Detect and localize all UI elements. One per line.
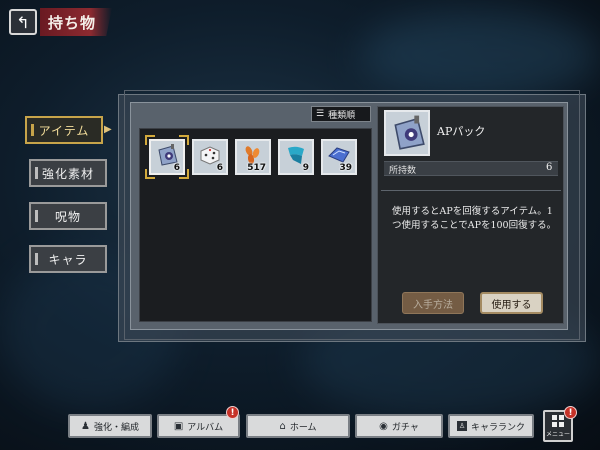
gacha-icon: ◉ bbox=[379, 420, 388, 432]
divider bbox=[381, 190, 561, 191]
party-icon: ♟ bbox=[81, 420, 90, 432]
tab-label: 呪物 bbox=[54, 209, 81, 224]
nav-home[interactable]: ⌂ ホーム bbox=[246, 414, 350, 438]
nav-label: キャラランク bbox=[470, 422, 525, 433]
item-slot-dice[interactable]: 6 bbox=[192, 139, 228, 175]
item-slot-ap-pack[interactable]: 6 bbox=[149, 139, 185, 175]
nav-label: 強化・編成 bbox=[93, 422, 139, 433]
menu-label: メニュー bbox=[545, 430, 570, 438]
back-arrow-icon: ↰ bbox=[16, 12, 30, 32]
active-tab-arrow-icon: ▶ bbox=[104, 124, 112, 135]
item-slot-fabric[interactable]: 39 bbox=[321, 139, 357, 175]
item-count: 517 bbox=[247, 163, 266, 173]
tab-cursed-items[interactable]: 呪物 bbox=[29, 202, 107, 230]
item-count: 39 bbox=[339, 163, 352, 173]
home-icon: ⌂ bbox=[279, 420, 286, 432]
item-name: APパック bbox=[437, 125, 486, 138]
nav-label: ガチャ bbox=[391, 422, 419, 433]
item-count: 9 bbox=[302, 163, 309, 173]
tab-tick bbox=[35, 253, 38, 265]
tab-materials[interactable]: 強化素材 bbox=[29, 159, 107, 187]
tab-label: 強化素材 bbox=[41, 166, 94, 181]
tab-items[interactable]: アイテム bbox=[25, 116, 103, 144]
sort-label: 種類順 bbox=[328, 110, 356, 121]
page-title: 持ち物 bbox=[40, 8, 112, 36]
tab-tick bbox=[35, 210, 38, 222]
quantity-value: 6 bbox=[546, 162, 553, 173]
nav-char-rank[interactable]: ♙ キャラランク bbox=[448, 414, 534, 438]
tab-label: キャラ bbox=[48, 252, 88, 267]
back-button[interactable]: ↰ bbox=[9, 9, 37, 35]
sort-icon: ☰ bbox=[316, 109, 325, 119]
tab-label: アイテム bbox=[38, 123, 90, 138]
menu-grid-icon bbox=[552, 414, 564, 427]
album-icon: ▣ bbox=[173, 420, 184, 432]
nebula-glow bbox=[360, 10, 600, 100]
tab-tick bbox=[35, 167, 38, 179]
notification-badge: ! bbox=[226, 406, 239, 419]
tab-characters[interactable]: キャラ bbox=[29, 245, 107, 273]
item-count: 6 bbox=[216, 163, 223, 173]
item-slot-leaves[interactable]: 517 bbox=[235, 139, 271, 175]
nav-gacha[interactable]: ◉ ガチャ bbox=[355, 414, 443, 438]
item-slot-ribbon[interactable]: 9 bbox=[278, 139, 314, 175]
nav-label: アルバム bbox=[187, 422, 224, 433]
detail-item-image bbox=[384, 110, 430, 156]
tab-tick bbox=[31, 124, 34, 136]
use-button[interactable]: 使用する bbox=[480, 292, 543, 314]
ap-pack-icon bbox=[394, 115, 425, 150]
item-count: 6 bbox=[173, 163, 180, 173]
sort-button[interactable]: ☰ 種類順 bbox=[311, 106, 371, 122]
nav-party[interactable]: ♟ 強化・編成 bbox=[68, 414, 152, 438]
item-description: 使用するとAPを回復するアイテム。1つ使用することでAPを100回復する。 bbox=[392, 206, 557, 231]
rank-icon: ♙ bbox=[456, 421, 467, 431]
nav-label: ホーム bbox=[289, 422, 317, 433]
quantity-label: 所持数 bbox=[389, 166, 417, 176]
how-to-get-button[interactable]: 入手方法 bbox=[402, 292, 464, 314]
notification-badge: ! bbox=[564, 406, 577, 419]
